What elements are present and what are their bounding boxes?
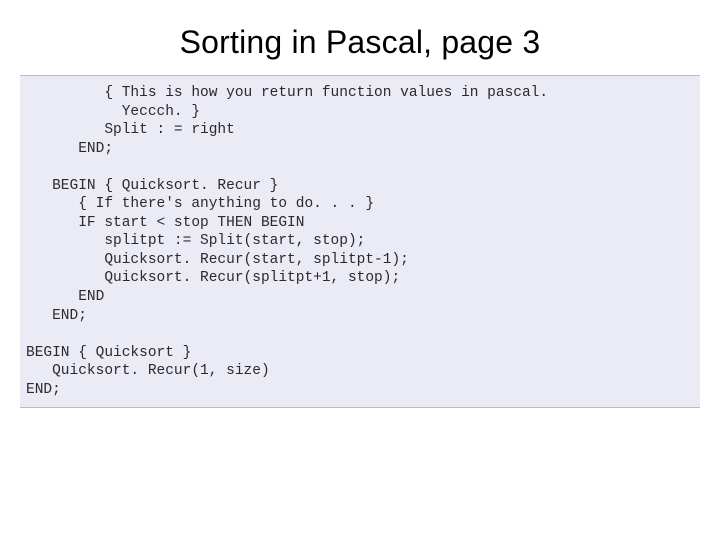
- code-block: { This is how you return function values…: [20, 75, 700, 408]
- slide-title: Sorting in Pascal, page 3: [0, 0, 720, 75]
- slide: Sorting in Pascal, page 3 { This is how …: [0, 0, 720, 540]
